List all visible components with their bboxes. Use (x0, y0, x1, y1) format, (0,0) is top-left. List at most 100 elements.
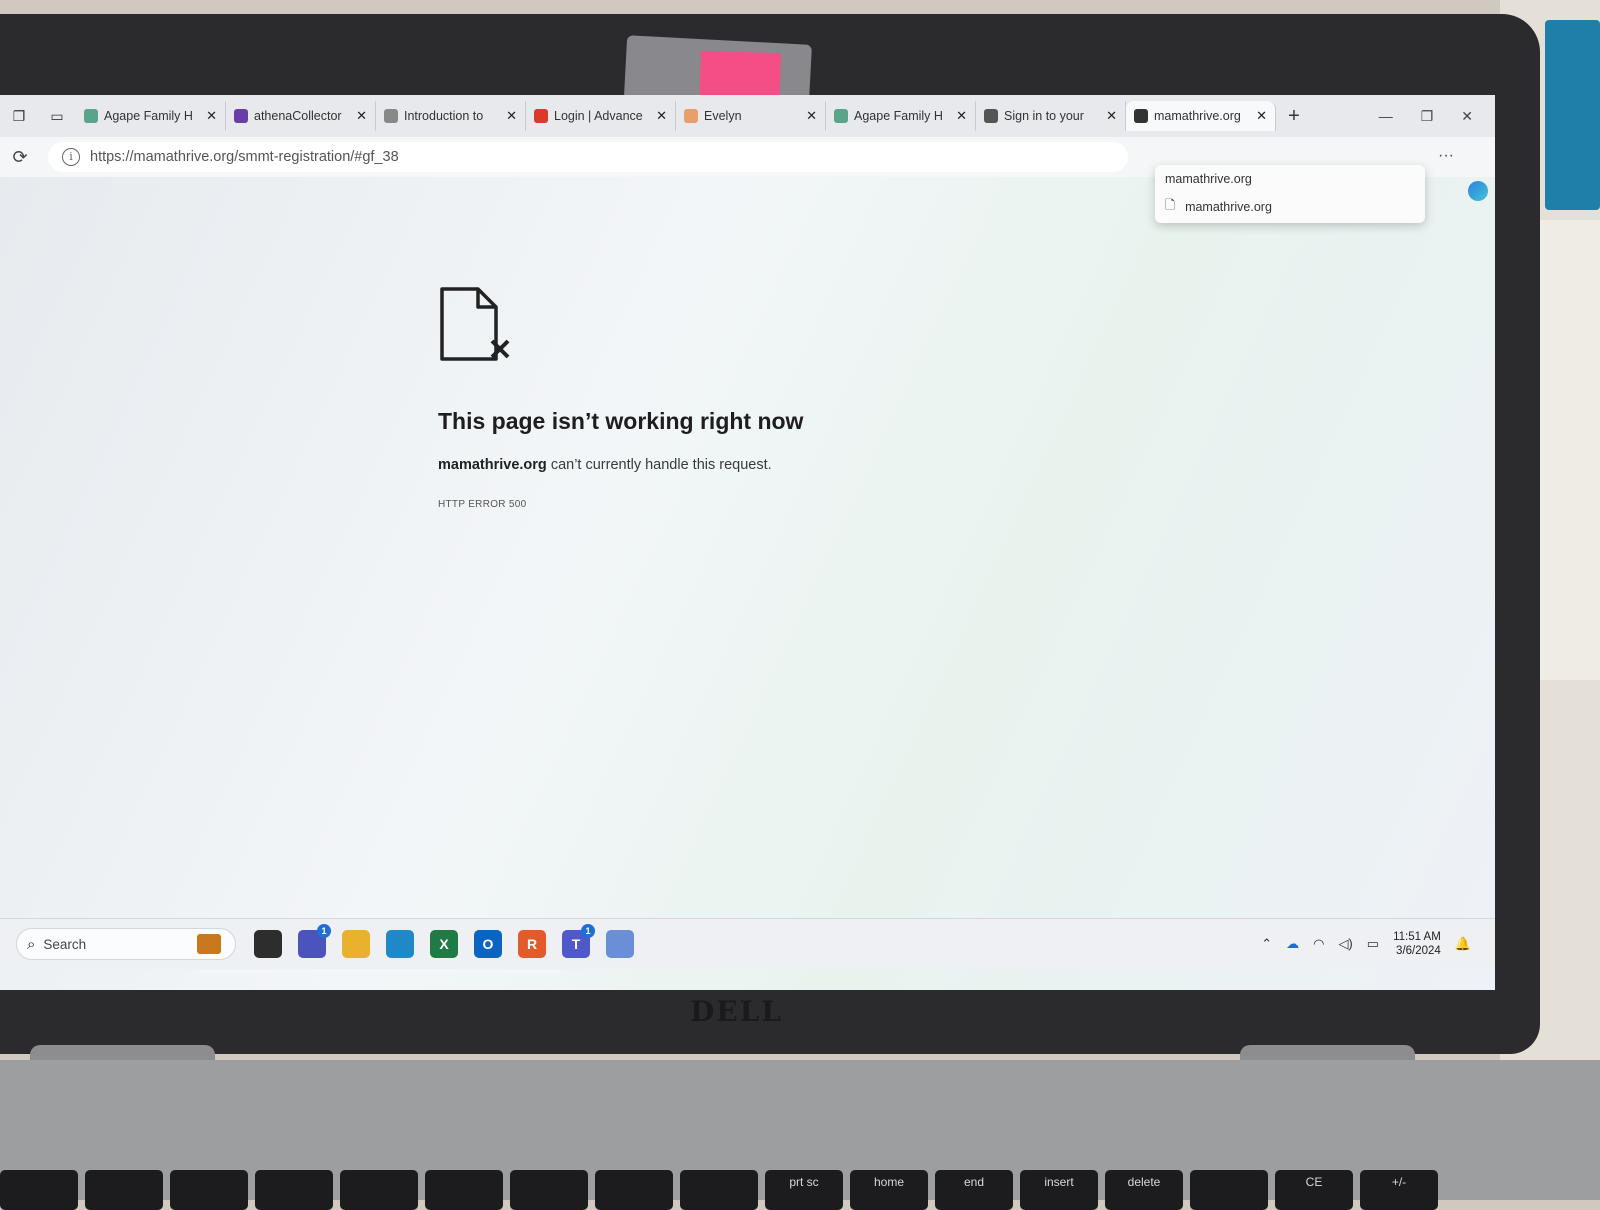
close-tab-icon[interactable]: ✕ (206, 108, 217, 124)
browser-tab[interactable]: Agape Family H ✕ (76, 101, 226, 131)
teams-icon[interactable]: T1 (562, 924, 595, 958)
r-app-icon[interactable]: R (518, 930, 546, 958)
site-info-icon[interactable]: i (62, 148, 80, 166)
notification-badge: 1 (317, 924, 331, 938)
file-explorer-icon[interactable] (342, 930, 370, 958)
tooltip-item-label: mamathrive.org (1185, 199, 1272, 214)
tab-title: Sign in to your (1004, 109, 1084, 123)
close-tab-icon[interactable]: ✕ (806, 108, 817, 124)
system-tray: ⌃ ☁ ◠ ◁) ▭ 11:51 AM 3/6/2024 🔔 (1261, 930, 1495, 958)
keyboard-key (1190, 1170, 1268, 1210)
keyboard-key (595, 1170, 673, 1210)
tab-strip: Agape Family H ✕ athenaCollector ✕ Introduct… (76, 101, 1276, 131)
edge-icon[interactable] (386, 930, 414, 958)
tab-title: Login | Advance (554, 109, 643, 123)
volume-icon[interactable]: ◁) (1338, 936, 1352, 952)
broken-page-icon (440, 287, 510, 361)
keyboard-key (340, 1170, 418, 1210)
close-tab-icon[interactable]: ✕ (356, 108, 367, 124)
snipping-tool-icon[interactable] (606, 930, 634, 958)
new-tab-button[interactable]: + (1276, 105, 1312, 128)
url-input[interactable]: i https://mamathrive.org/smmt-registrati… (48, 142, 1128, 172)
refresh-icon[interactable]: ⟳ (0, 147, 40, 168)
wifi-icon[interactable]: ◠ (1313, 936, 1324, 952)
error-code: HTTP ERROR 500 (438, 499, 527, 510)
dell-logo: DELL (690, 995, 783, 1028)
error-page-icon: 🗋 (1165, 198, 1176, 212)
browser-tab[interactable]: Agape Family H ✕ (826, 101, 976, 131)
keyboard-key (85, 1170, 163, 1210)
clock-time: 11:51 AM (1393, 931, 1441, 943)
close-tab-icon[interactable]: ✕ (956, 108, 967, 124)
page-icon (384, 109, 398, 123)
notification-badge: 1 (581, 924, 595, 938)
search-icon: ⌕ (27, 935, 36, 953)
browser-tab-bar: ❐ ▭ Agape Family H ✕ athenaCollector ✕ Intro… (0, 95, 1495, 137)
notification-bell-icon[interactable]: 🔔 (1455, 936, 1471, 952)
error-message-text: can’t currently handle this request. (546, 457, 772, 473)
error-message: mamathrive.org can’t currently handle th… (438, 457, 1038, 473)
keyboard-key (0, 1170, 78, 1210)
keyboard-key (425, 1170, 503, 1210)
battery-icon[interactable]: ▭ (1367, 936, 1379, 952)
error-page-icon (1134, 109, 1148, 123)
browser-tab[interactable]: athenaCollector ✕ (226, 101, 376, 131)
athena-icon (234, 109, 248, 123)
windows-taskbar: ⌕ Search 1XORT1 ⌃ ☁ ◠ ◁) ▭ 11:51 AM 3/6/… (0, 918, 1495, 969)
keyboard-key: +/- (1360, 1170, 1438, 1210)
keyboard-key (510, 1170, 588, 1210)
browser-tab[interactable]: Login | Advance ✕ (526, 101, 676, 131)
tooltip-item: 🗋 mamathrive.org (1165, 196, 1272, 217)
tab-title: athenaCollector (254, 109, 342, 123)
error-content: This page isn’t working right now mamath… (438, 285, 1038, 510)
tab-actions-icon[interactable]: ▭ (38, 101, 76, 131)
excel-icon[interactable]: X (430, 930, 458, 958)
close-tab-icon[interactable]: ✕ (1106, 108, 1117, 124)
browser-tab[interactable]: Introduction to ✕ (376, 101, 526, 131)
close-tab-icon[interactable]: ✕ (1256, 108, 1267, 124)
keyboard-key: home (850, 1170, 928, 1210)
clock-date: 3/6/2024 (1396, 945, 1441, 957)
outlook-icon[interactable]: O (474, 930, 502, 958)
copilot-icon[interactable] (1468, 181, 1488, 201)
app-glyph: X (439, 936, 449, 952)
browser-tab[interactable]: Evelyn ✕ (676, 101, 826, 131)
signin-icon (984, 109, 998, 123)
restore-icon[interactable]: ❐ (1421, 108, 1434, 125)
more-options-icon[interactable]: ··· (1438, 147, 1454, 165)
taskbar-search[interactable]: ⌕ Search (16, 928, 236, 960)
search-label: Search (43, 936, 87, 952)
error-heading: This page isn’t working right now (438, 408, 804, 434)
laptop-screen: ❐ ▭ Agape Family H ✕ athenaCollector ✕ Intro… (0, 95, 1495, 990)
close-window-icon[interactable]: ✕ (1461, 108, 1473, 125)
browser-tab[interactable]: mamathrive.org ✕ (1126, 101, 1276, 131)
taskbar-apps: 1XORT1 (254, 924, 634, 958)
onedrive-icon[interactable]: ☁ (1286, 936, 1299, 952)
evelyn-icon (684, 109, 698, 123)
background-box (1545, 20, 1600, 210)
task-view-icon[interactable] (254, 930, 282, 958)
browser-tab[interactable]: Sign in to your ✕ (976, 101, 1126, 131)
teams-chat-icon[interactable]: 1 (298, 924, 331, 958)
url-text: https://mamathrive.org/smmt-registration… (90, 149, 399, 165)
keyboard-key (170, 1170, 248, 1210)
app-glyph: T (571, 936, 581, 952)
globe-icon (84, 109, 98, 123)
tab-title: mamathrive.org (1154, 109, 1241, 123)
briefcase-icon (197, 934, 221, 954)
keyboard-key (680, 1170, 758, 1210)
workspaces-icon[interactable]: ❐ (0, 101, 38, 131)
close-tab-icon[interactable]: ✕ (506, 108, 517, 124)
minimize-icon[interactable]: — (1379, 108, 1393, 125)
keyboard-key: insert (1020, 1170, 1098, 1210)
app-glyph: O (482, 936, 494, 952)
keyboard-key: delete (1105, 1170, 1183, 1210)
tab-title: Introduction to (404, 109, 484, 123)
show-hidden-icons-icon[interactable]: ⌃ (1261, 936, 1272, 952)
keyboard-key: prt sc (765, 1170, 843, 1210)
clock[interactable]: 11:51 AM 3/6/2024 (1393, 930, 1441, 958)
keyboard-key (255, 1170, 333, 1210)
window-controls: — ❐ ✕ (1379, 108, 1495, 125)
keyboard-key: end (935, 1170, 1013, 1210)
close-tab-icon[interactable]: ✕ (656, 108, 667, 124)
